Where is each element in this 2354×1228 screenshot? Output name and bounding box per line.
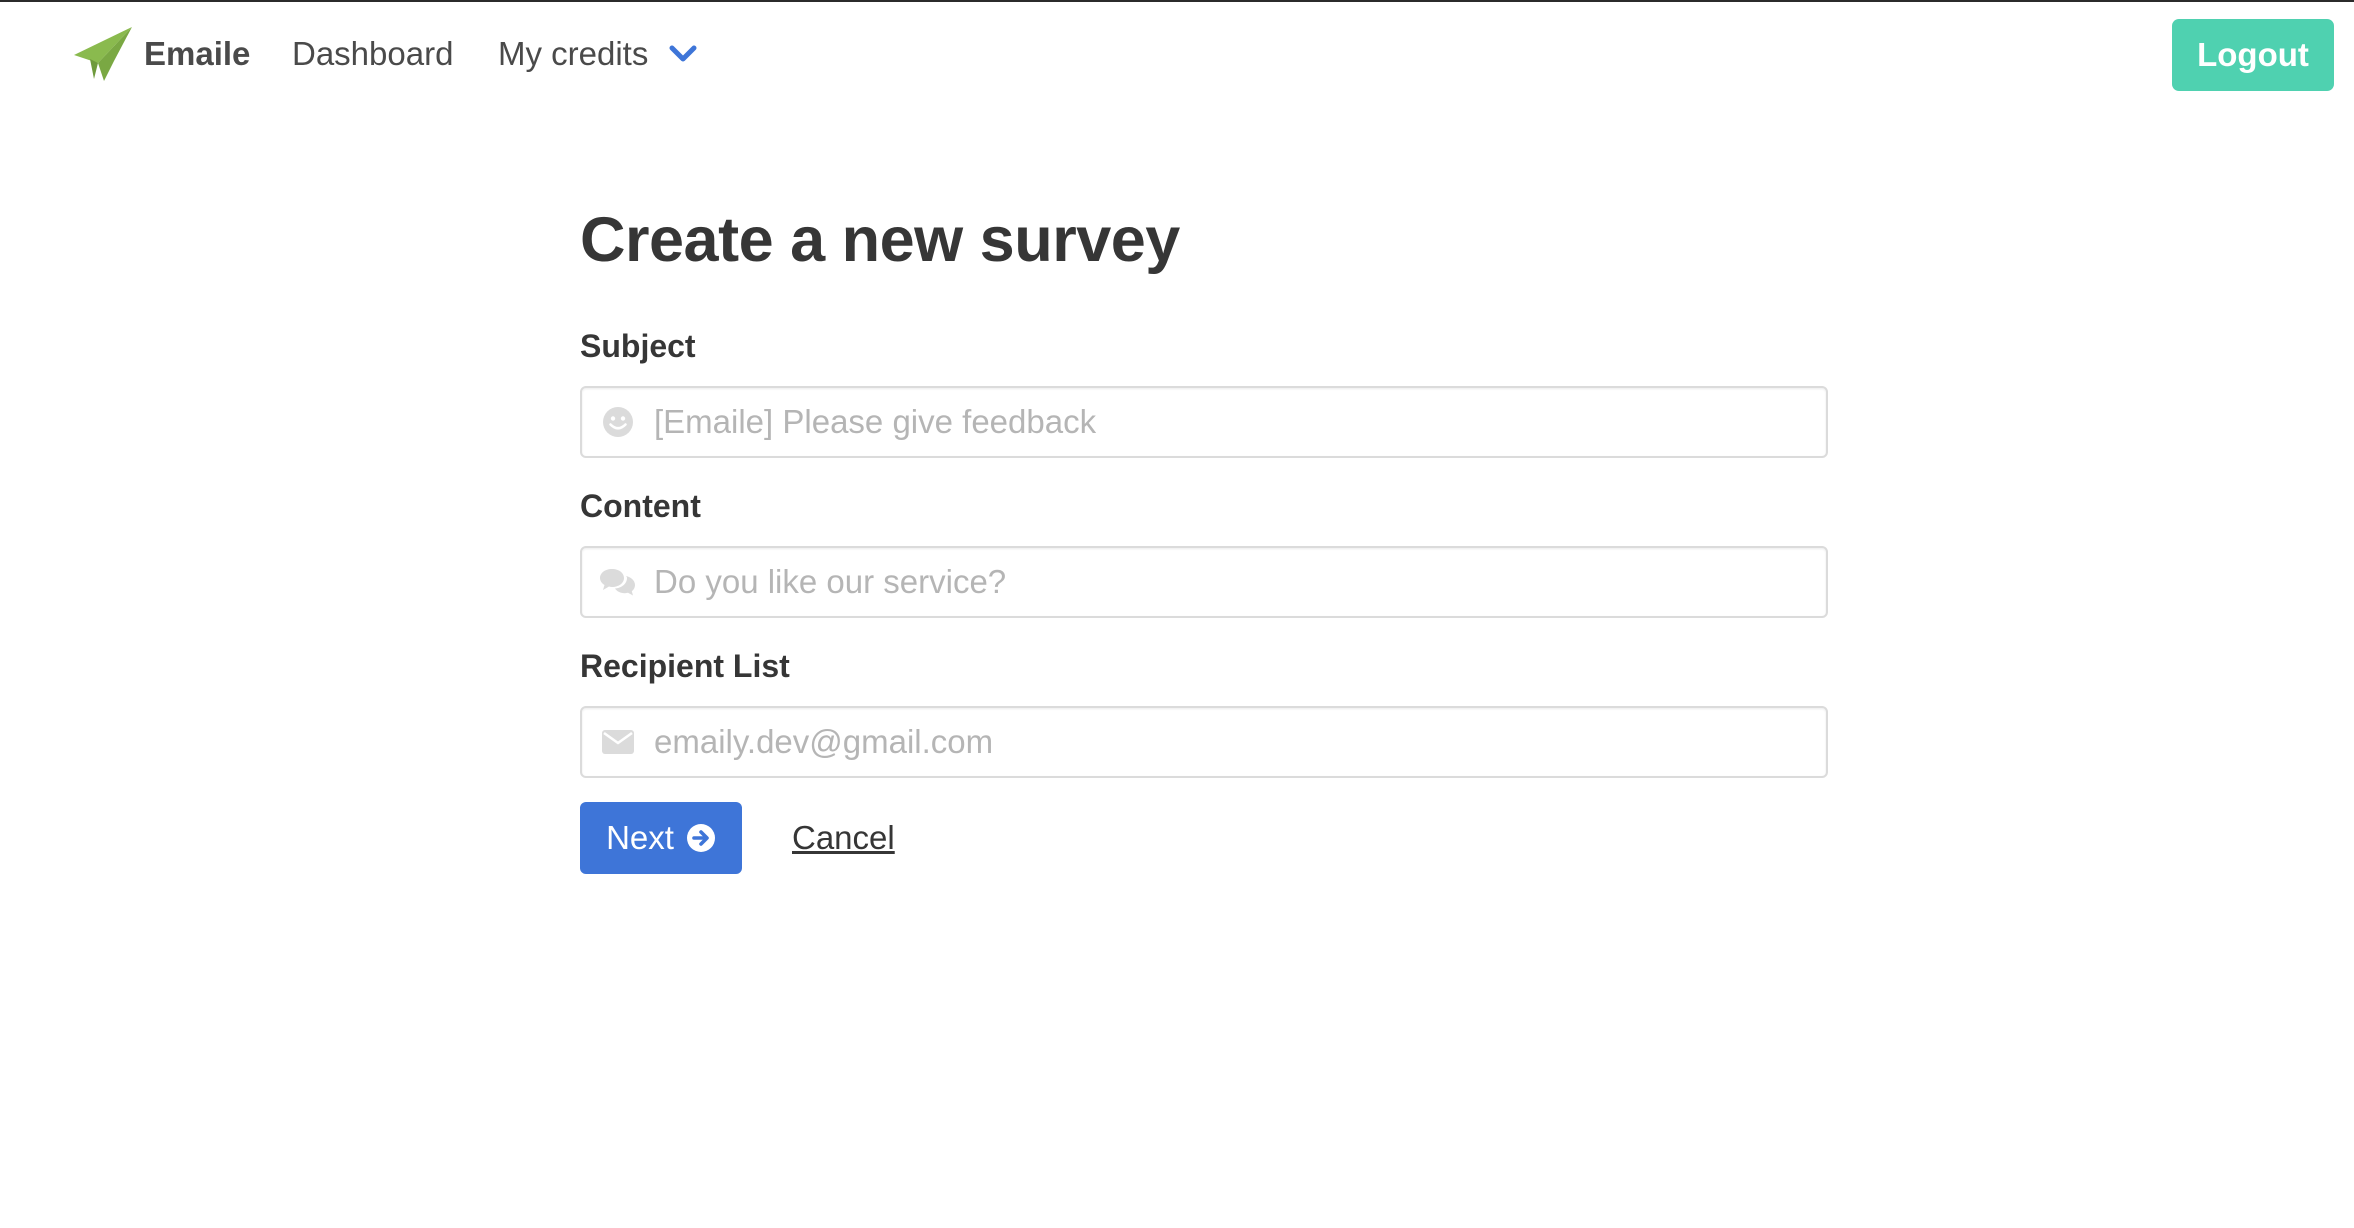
content-label: Content — [580, 488, 701, 524]
subject-input[interactable] — [654, 390, 1826, 454]
survey-form: Create a new survey Subject Content Reci… — [580, 190, 1828, 874]
content-field[interactable] — [580, 546, 1828, 618]
chevron-down-icon — [669, 45, 697, 62]
brand-logo[interactable]: Emaile — [74, 26, 250, 82]
envelope-icon — [582, 708, 654, 776]
nav-my-credits-dropdown[interactable]: My credits — [498, 32, 698, 76]
next-button[interactable]: Next — [580, 802, 742, 874]
comments-icon — [582, 548, 654, 616]
form-actions: Next Cancel — [580, 802, 895, 874]
subject-field[interactable] — [580, 386, 1828, 458]
cancel-link[interactable]: Cancel — [792, 819, 895, 857]
brand-name: Emaile — [144, 35, 251, 72]
content-input[interactable] — [654, 550, 1826, 614]
page-title: Create a new survey — [580, 205, 1180, 275]
recipient-list-input[interactable] — [654, 710, 1826, 774]
logout-button[interactable]: Logout — [2172, 19, 2334, 91]
recipient-list-field[interactable] — [580, 706, 1828, 778]
nav-my-credits-label: My credits — [498, 35, 649, 72]
recipient-list-label: Recipient List — [580, 648, 790, 684]
subject-label: Subject — [580, 328, 696, 364]
next-button-label: Next — [606, 819, 674, 856]
paper-plane-icon — [74, 27, 132, 81]
navbar: Emaile Dashboard My credits Logout — [0, 2, 2354, 108]
arrow-circle-right-icon — [686, 824, 715, 852]
smile-icon — [582, 388, 654, 456]
nav-dashboard-link[interactable]: Dashboard — [292, 32, 453, 76]
